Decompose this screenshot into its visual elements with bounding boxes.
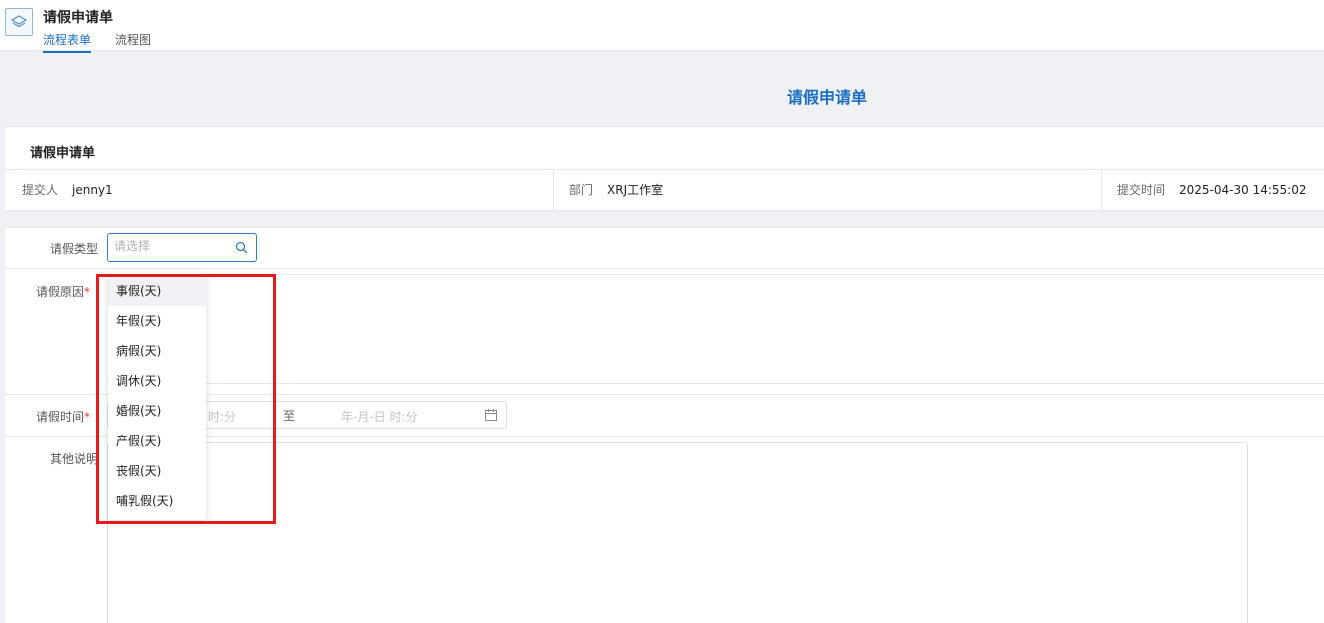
info-card-title: 请假申请单 xyxy=(30,146,96,161)
tab-process-diagram[interactable]: 流程图 xyxy=(115,31,151,51)
other-notes-label: 其他说明 xyxy=(49,452,98,466)
leave-reason-text: 请假原因 xyxy=(35,285,84,299)
app-title: 请假申请单 xyxy=(43,10,113,26)
row-divider xyxy=(5,268,1324,269)
layers-icon[interactable] xyxy=(5,8,33,36)
info-row: 提交人 jenny1 部门 XRJ工作室 提交时间 2025-04-30 14:55:… xyxy=(5,169,1324,211)
submitter-value: jenny1 xyxy=(72,183,113,197)
top-bar: 请假申请单 流程表单 流程图 xyxy=(0,0,1324,53)
submit-time-label: 提交时间 xyxy=(1117,183,1166,197)
option-annual-leave[interactable]: 年假(天) xyxy=(108,306,206,336)
tab-process-form[interactable]: 流程表单 xyxy=(43,31,92,53)
start-time-input[interactable]: 时:分 xyxy=(208,408,236,425)
calendar-icon[interactable] xyxy=(484,408,498,425)
department-value: XRJ工作室 xyxy=(607,183,664,197)
reason-input-top xyxy=(107,274,1324,275)
form-title: 请假申请单 xyxy=(786,88,867,107)
option-nursing-leave[interactable]: 哺乳假(天) xyxy=(108,486,206,516)
search-icon xyxy=(235,241,248,257)
leave-time-text: 请假时间 xyxy=(35,410,84,424)
leave-type-input[interactable] xyxy=(114,239,224,253)
leave-type-select[interactable] xyxy=(107,233,257,262)
option-compensatory-leave[interactable]: 调休(天) xyxy=(108,366,206,396)
submit-time-cell: 提交时间 2025-04-30 14:55:02 xyxy=(1117,170,1306,211)
leave-type-dropdown: 事假(天) 年假(天) 病假(天) 调休(天) 婚假(天) 产假(天) 丧假(天… xyxy=(108,273,206,520)
end-time-input[interactable]: 年-月-日 时:分 xyxy=(341,408,418,425)
reason-input-bottom xyxy=(107,383,1324,384)
other-notes-textarea[interactable] xyxy=(107,442,1248,623)
submit-time-value: 2025-04-30 14:55:02 xyxy=(1179,183,1307,197)
submitter-label: 提交人 xyxy=(22,183,59,197)
range-separator: 至 xyxy=(283,409,296,423)
divider xyxy=(1101,170,1102,211)
department-label: 部门 xyxy=(569,183,594,197)
required-mark: * xyxy=(84,410,90,424)
department-cell: 部门 XRJ工作室 xyxy=(569,170,663,211)
option-maternity-leave[interactable]: 产假(天) xyxy=(108,426,206,456)
option-sick-leave[interactable]: 病假(天) xyxy=(108,336,206,366)
divider xyxy=(553,170,554,211)
option-marriage-leave[interactable]: 婚假(天) xyxy=(108,396,206,426)
info-card: 请假申请单 提交人 jenny1 部门 XRJ工作室 提交时间 2025-04-30 … xyxy=(5,126,1324,211)
submitter-cell: 提交人 jenny1 xyxy=(22,170,113,211)
leave-reason-label: 请假原因* xyxy=(10,283,90,300)
option-bereavement-leave[interactable]: 丧假(天) xyxy=(108,456,206,486)
leave-type-label: 请假类型 xyxy=(49,242,98,256)
option-personal-leave[interactable]: 事假(天) xyxy=(108,276,206,306)
leave-time-label: 请假时间* xyxy=(10,408,90,425)
required-mark: * xyxy=(84,285,90,299)
